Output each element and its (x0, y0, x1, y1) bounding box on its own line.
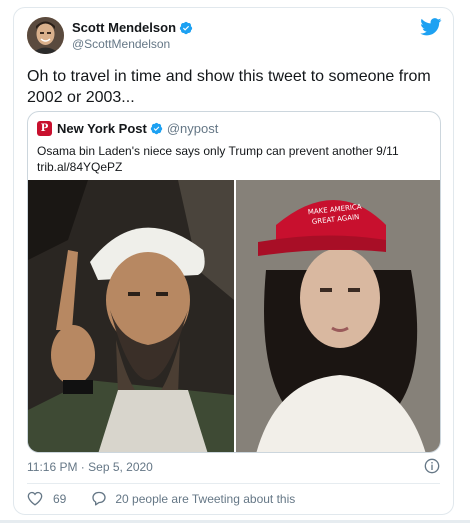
nypost-avatar[interactable]: P (37, 121, 52, 136)
avatar-image (27, 17, 64, 54)
quoted-display-name[interactable]: New York Post (57, 121, 147, 136)
tweeting-about-link[interactable]: 20 people are Tweeting about this (115, 492, 295, 506)
media-photo-left[interactable] (28, 180, 234, 452)
twitter-bird-icon[interactable] (420, 18, 442, 36)
tweet-timestamp[interactable]: 11:16 PM · Sep 5, 2020 (27, 460, 153, 474)
tweet-actions: 69 20 people are Tweeting about this (27, 491, 295, 506)
info-icon[interactable] (424, 458, 440, 474)
author-handle[interactable]: @ScottMendelson (72, 36, 193, 52)
author-display-name[interactable]: Scott Mendelson (72, 20, 176, 36)
quoted-handle[interactable]: @nypost (167, 121, 219, 136)
like-count[interactable]: 69 (53, 492, 66, 506)
tweet-author[interactable]: Scott Mendelson @ScottMendelson (27, 17, 193, 54)
verified-badge-icon (150, 122, 163, 135)
quoted-media[interactable]: MAKE AMERICA GREAT AGAIN (28, 180, 440, 452)
divider (27, 483, 440, 484)
tweet-text: Oh to travel in time and show this tweet… (27, 68, 431, 106)
photo-woman-red-hat: MAKE AMERICA GREAT AGAIN (236, 180, 440, 452)
quoted-link[interactable]: trib.al/84YQePZ (37, 159, 427, 175)
quoted-text-line: Osama bin Laden's niece says only Trump … (37, 144, 399, 158)
verified-badge-icon (179, 21, 193, 34)
quoted-author[interactable]: P New York Post @nypost (37, 121, 218, 136)
speech-bubble-icon[interactable] (91, 491, 107, 506)
media-photo-right[interactable]: MAKE AMERICA GREAT AGAIN (236, 180, 440, 452)
tweet-card: Scott Mendelson @ScottMendelson Oh to tr… (13, 7, 454, 515)
quoted-tweet[interactable]: P New York Post @nypost Osama bin Laden'… (27, 111, 441, 453)
heart-icon[interactable] (27, 491, 43, 506)
quoted-text: Osama bin Laden's niece says only Trump … (37, 143, 427, 175)
avatar[interactable] (27, 17, 64, 54)
photo-man-turban (28, 180, 234, 452)
